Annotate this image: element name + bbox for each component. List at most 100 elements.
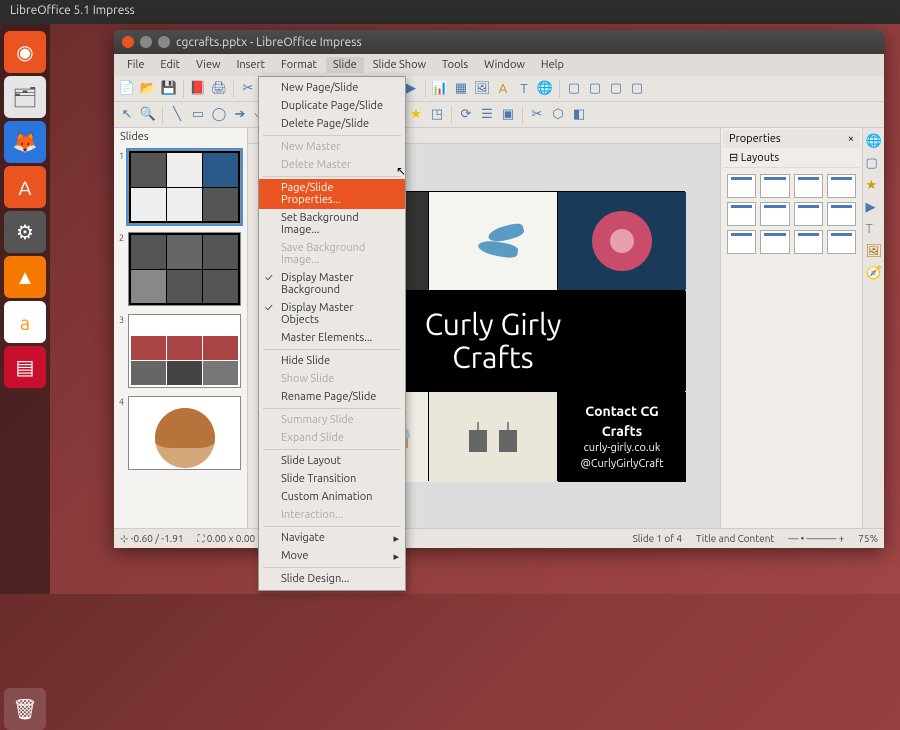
slide-design-icon[interactable]: ▢ bbox=[607, 80, 625, 98]
menu-item: Summary Slide bbox=[259, 411, 405, 429]
menu-window[interactable]: Window bbox=[477, 57, 532, 73]
pointer-icon[interactable]: ↖ bbox=[118, 106, 136, 124]
pdf-export-icon[interactable]: 📕 bbox=[189, 80, 207, 98]
menu-item[interactable]: Rename Page/Slide bbox=[259, 388, 405, 406]
table-icon[interactable]: ▦ bbox=[452, 80, 470, 98]
gallery-tab-icon[interactable]: 🖼 bbox=[866, 244, 882, 260]
menu-help[interactable]: Help bbox=[534, 57, 571, 73]
rect-icon[interactable]: ▭ bbox=[189, 106, 207, 124]
menu-item[interactable]: Page/Slide Properties... bbox=[259, 179, 405, 209]
layout-option[interactable] bbox=[760, 202, 789, 226]
fontwork-icon[interactable]: A bbox=[494, 80, 512, 98]
layout-option[interactable] bbox=[727, 202, 756, 226]
launcher-vlc-icon[interactable]: ▲ bbox=[4, 256, 46, 298]
menu-slideshow[interactable]: Slide Show bbox=[366, 57, 433, 73]
menu-item[interactable]: Slide Layout bbox=[259, 452, 405, 470]
new-doc-icon[interactable]: 📄 bbox=[118, 80, 136, 98]
slide-thumb-1[interactable]: 1 bbox=[128, 150, 241, 224]
layouts-section-header[interactable]: ⊟ Layouts bbox=[723, 148, 860, 168]
hyperlink-icon[interactable]: 🌐 bbox=[536, 80, 554, 98]
3d-icon[interactable]: ◳ bbox=[428, 106, 446, 124]
menu-edit[interactable]: Edit bbox=[153, 57, 187, 73]
slide-thumb-3[interactable]: 3 bbox=[128, 314, 241, 388]
menu-tools[interactable]: Tools bbox=[435, 57, 475, 73]
menu-item[interactable]: New Page/Slide bbox=[259, 79, 405, 97]
title-line-1: Curly Girly bbox=[425, 308, 562, 341]
filter-icon[interactable]: ⬡ bbox=[549, 106, 567, 124]
duplicate-slide-icon[interactable]: ▢ bbox=[586, 80, 604, 98]
window-maximize-icon[interactable] bbox=[158, 36, 170, 48]
new-slide-icon[interactable]: ▢ bbox=[565, 80, 583, 98]
styles-tab-icon[interactable]: T bbox=[866, 222, 882, 238]
line-icon[interactable]: ╲ bbox=[168, 106, 186, 124]
zoom-icon[interactable]: 🔍 bbox=[139, 106, 157, 124]
launcher-impress-icon[interactable]: ▤ bbox=[4, 346, 46, 388]
layout-option[interactable] bbox=[794, 202, 823, 226]
layout-option[interactable] bbox=[827, 202, 856, 226]
slide-thumb-2[interactable]: 2 bbox=[128, 232, 241, 306]
menu-format[interactable]: Format bbox=[274, 57, 324, 73]
menu-item[interactable]: Duplicate Page/Slide bbox=[259, 97, 405, 115]
launcher-software-icon[interactable]: A bbox=[4, 166, 46, 208]
layout-option[interactable] bbox=[794, 174, 823, 198]
layout-option[interactable] bbox=[727, 230, 756, 254]
menu-view[interactable]: View bbox=[189, 57, 228, 73]
window-minimize-icon[interactable] bbox=[140, 36, 152, 48]
transition-tab-icon[interactable]: ▶ bbox=[866, 200, 882, 216]
arrow-icon[interactable]: ➔ bbox=[231, 106, 249, 124]
launcher-trash-icon[interactable]: 🗑 bbox=[4, 688, 46, 730]
rotate-icon[interactable]: ⟳ bbox=[457, 106, 475, 124]
layout-option[interactable] bbox=[827, 174, 856, 198]
layout-icon[interactable]: ▢ bbox=[628, 80, 646, 98]
menu-item[interactable]: Move bbox=[259, 547, 405, 565]
launcher-firefox-icon[interactable]: 🦊 bbox=[4, 121, 46, 163]
layout-option[interactable] bbox=[794, 230, 823, 254]
menu-item[interactable]: Hide Slide bbox=[259, 352, 405, 370]
menu-item[interactable]: Set Background Image... bbox=[259, 209, 405, 239]
menu-item[interactable]: Display Master Objects bbox=[259, 299, 405, 329]
navigator-tab-icon[interactable]: 🧭 bbox=[866, 266, 882, 282]
properties-tab-icon[interactable]: 🌐 bbox=[866, 134, 882, 150]
chart-icon[interactable]: 📊 bbox=[431, 80, 449, 98]
open-icon[interactable]: 📂 bbox=[139, 80, 157, 98]
menu-file[interactable]: File bbox=[120, 57, 151, 73]
close-icon[interactable]: × bbox=[848, 133, 854, 145]
window-close-icon[interactable] bbox=[122, 36, 134, 48]
cut-icon[interactable]: ✂ bbox=[239, 80, 257, 98]
menu-item[interactable]: Master Elements... bbox=[259, 329, 405, 347]
textbox-icon[interactable]: T bbox=[515, 80, 533, 98]
arrange-icon[interactable]: ▣ bbox=[499, 106, 517, 124]
extrusion-icon[interactable]: ◧ bbox=[570, 106, 588, 124]
zoom-slider[interactable]: — • ——— + bbox=[788, 533, 844, 544]
layout-option[interactable] bbox=[760, 174, 789, 198]
image-icon[interactable]: 🖼 bbox=[473, 80, 491, 98]
app-title: LibreOffice 5.1 Impress bbox=[10, 4, 135, 17]
animation-tab-icon[interactable]: ★ bbox=[866, 178, 882, 194]
menu-item[interactable]: Display Master Background bbox=[259, 269, 405, 299]
menu-item[interactable]: Slide Design... bbox=[259, 570, 405, 588]
launcher-settings-icon[interactable]: ⚙ bbox=[4, 211, 46, 253]
ellipse-icon[interactable]: ◯ bbox=[210, 106, 228, 124]
menu-insert[interactable]: Insert bbox=[230, 57, 272, 73]
menu-item[interactable]: Delete Page/Slide bbox=[259, 115, 405, 133]
crop-icon[interactable]: ✂ bbox=[528, 106, 546, 124]
star-icon[interactable]: ★ bbox=[407, 106, 425, 124]
launcher-dash-icon[interactable]: ◉ bbox=[4, 31, 46, 73]
menu-item[interactable]: Slide Transition bbox=[259, 470, 405, 488]
layout-option[interactable] bbox=[727, 174, 756, 198]
print-icon[interactable]: 🖨 bbox=[210, 80, 228, 98]
menu-item[interactable]: Custom Animation bbox=[259, 488, 405, 506]
master-tab-icon[interactable]: ▢ bbox=[866, 156, 882, 172]
window-titlebar[interactable]: cgcrafts.pptx - LibreOffice Impress bbox=[114, 30, 884, 54]
status-slide-number[interactable]: Slide 1 of 4 bbox=[633, 533, 682, 544]
save-icon[interactable]: 💾 bbox=[160, 80, 178, 98]
menu-slide[interactable]: Slide bbox=[326, 57, 364, 73]
launcher-amazon-icon[interactable]: a bbox=[4, 301, 46, 343]
launcher-files-icon[interactable]: 🗂 bbox=[4, 76, 46, 118]
align-icon[interactable]: ☰ bbox=[478, 106, 496, 124]
slide-thumb-4[interactable]: 4 bbox=[128, 396, 241, 470]
layout-option[interactable] bbox=[760, 230, 789, 254]
menu-item[interactable]: Navigate bbox=[259, 529, 405, 547]
zoom-percent[interactable]: 75% bbox=[858, 533, 878, 544]
layout-option[interactable] bbox=[827, 230, 856, 254]
